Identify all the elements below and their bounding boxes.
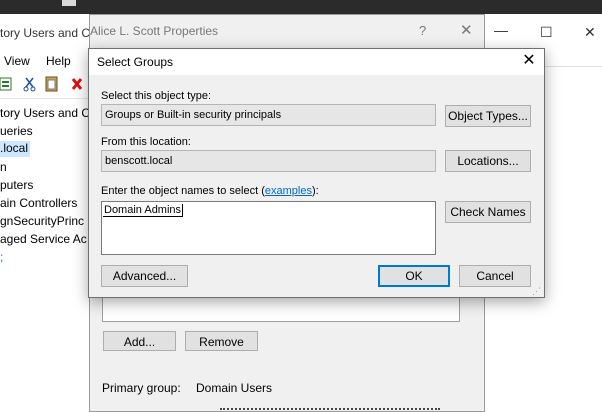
object-names-label: Enter the object names to select (exampl…: [101, 185, 319, 197]
cancel-button[interactable]: Cancel: [459, 265, 531, 287]
add-button[interactable]: Add...: [103, 331, 176, 351]
properties-close-icon[interactable]: ✕: [460, 21, 473, 39]
location-field: benscott.local: [101, 150, 436, 172]
menu-view[interactable]: View: [4, 54, 30, 68]
object-names-label-suffix: ):: [311, 185, 319, 197]
object-types-button[interactable]: Object Types...: [445, 105, 531, 127]
locations-button[interactable]: Locations...: [445, 150, 531, 172]
close-icon[interactable]: ✕: [584, 24, 596, 41]
select-groups-dialog: [88, 48, 545, 298]
select-groups-close-icon[interactable]: ✕: [520, 51, 538, 71]
properties-dialog-title: Alice L. Scott Properties: [90, 24, 219, 38]
location-label: From this location:: [101, 136, 191, 148]
properties-bottom-text-fragment: [220, 408, 440, 412]
tree-item-foreign-security-principals[interactable]: gnSecurityPrinc: [0, 214, 84, 228]
advanced-button[interactable]: Advanced...: [101, 265, 188, 287]
tree-item-users[interactable]: ;: [0, 250, 3, 264]
tree-item-builtin[interactable]: n: [0, 160, 7, 174]
tree-item-domain-controllers[interactable]: ain Controllers: [0, 196, 77, 210]
delete-icon[interactable]: [71, 76, 83, 92]
tree-item-root[interactable]: tory Users and C: [0, 106, 90, 120]
background-logo: [62, 0, 76, 6]
object-names-value[interactable]: Domain Admins: [103, 204, 184, 217]
help-icon[interactable]: ?: [419, 23, 426, 38]
tree-item-domain[interactable]: .local: [0, 141, 30, 157]
cut-icon[interactable]: [22, 76, 38, 92]
primary-group-value: Domain Users: [196, 381, 273, 395]
aduc-window-title: tory Users and C: [0, 26, 91, 40]
copy-icon[interactable]: [44, 76, 60, 92]
check-names-button[interactable]: Check Names: [445, 201, 531, 223]
ok-button[interactable]: OK: [378, 265, 450, 287]
tree-item-computers[interactable]: puters: [0, 178, 33, 192]
properties-toolbar-icon[interactable]: [0, 76, 16, 92]
object-type-label: Select this object type:: [101, 90, 212, 102]
resize-grip-icon[interactable]: ⋰: [532, 286, 541, 297]
object-names-label-prefix: Enter the object names to select (: [101, 185, 265, 197]
tree-item-managed-service-accounts[interactable]: aged Service Ac: [0, 232, 87, 246]
select-groups-title: Select Groups: [97, 55, 174, 69]
minimize-icon[interactable]: —: [494, 22, 508, 38]
menu-help[interactable]: Help: [46, 54, 71, 68]
member-of-list[interactable]: [102, 296, 460, 322]
maximize-icon[interactable]: ☐: [540, 24, 553, 41]
background-titlebar: [0, 0, 602, 14]
remove-button[interactable]: Remove: [185, 331, 258, 351]
tree-item-saved-queries[interactable]: ueries: [0, 124, 33, 138]
object-type-field: Groups or Built-in security principals: [101, 104, 436, 126]
primary-group-label: Primary group:: [102, 381, 181, 395]
examples-link[interactable]: examples: [265, 185, 312, 197]
